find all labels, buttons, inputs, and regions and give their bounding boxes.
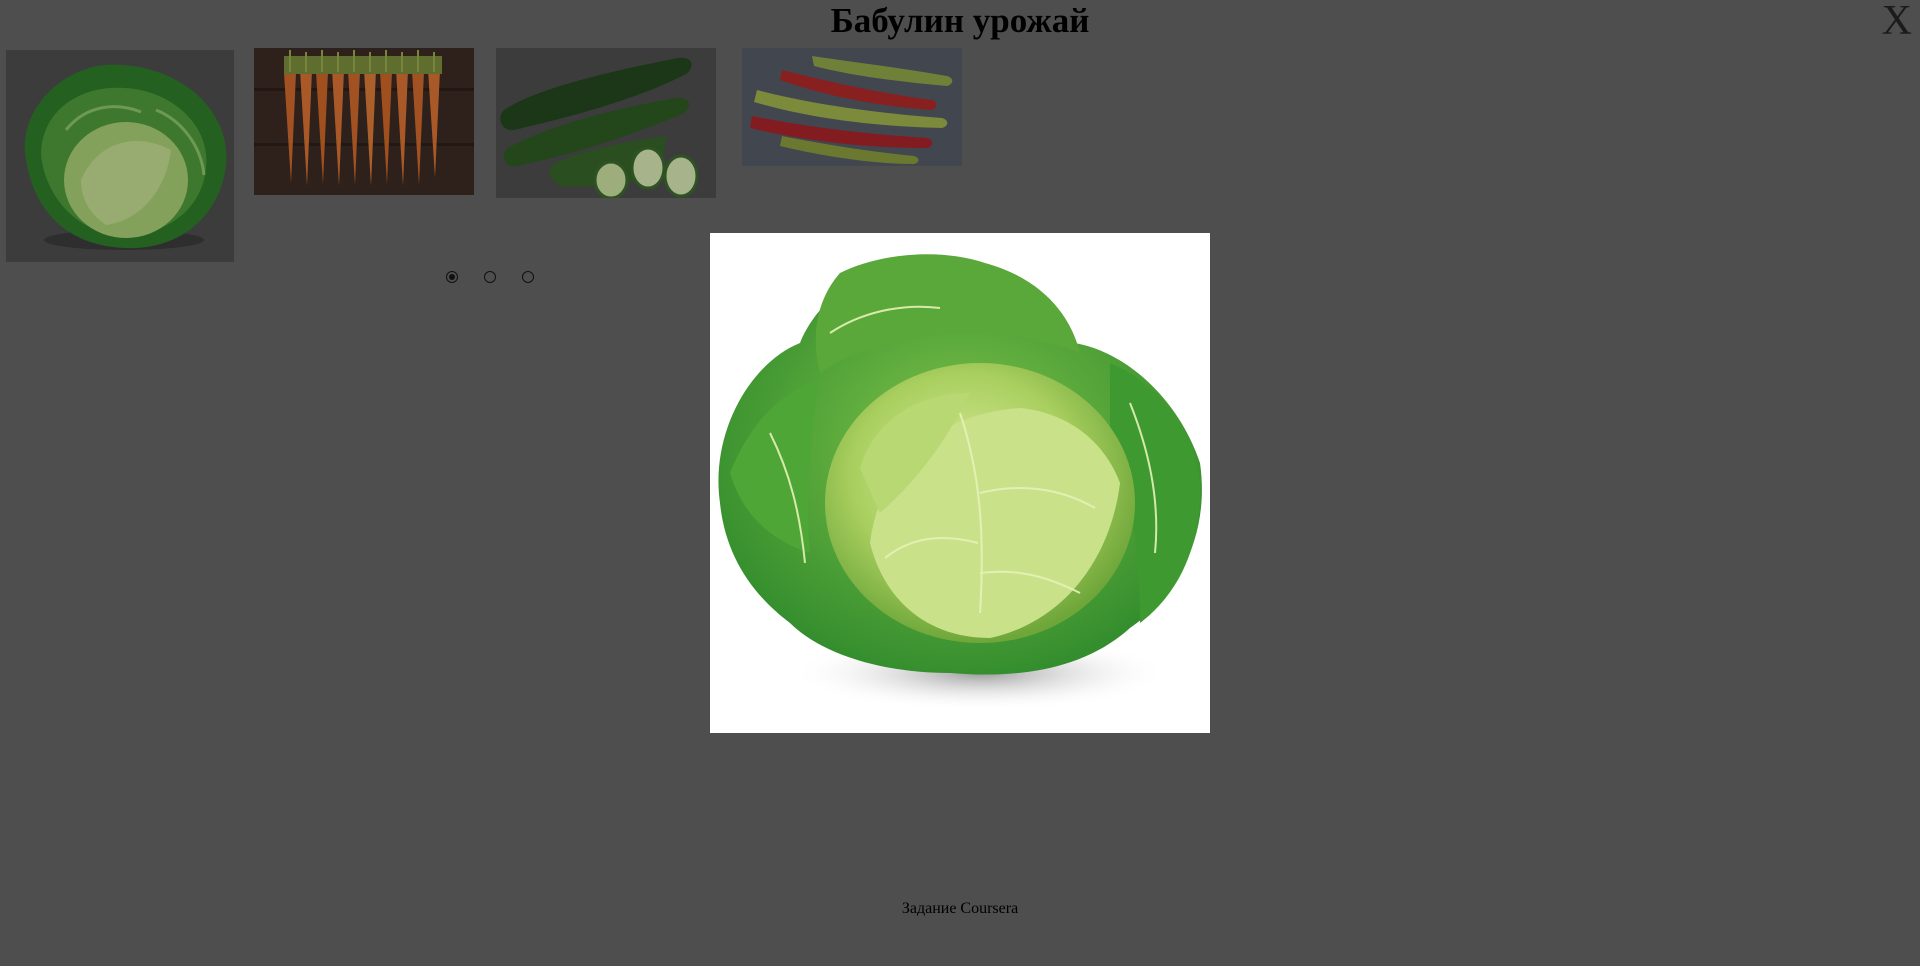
thumbnail-cabbage[interactable]	[6, 50, 234, 262]
slide-dot-2[interactable]	[484, 271, 496, 283]
peppers-image	[742, 48, 962, 166]
thumbnail-carrots[interactable]	[254, 48, 474, 195]
cabbage-image	[24, 64, 227, 250]
page-title: Бабулин урожай	[830, 1, 1090, 40]
carrots-image	[254, 48, 474, 195]
cucumbers-image	[500, 57, 699, 198]
thumbnail-peppers[interactable]	[742, 48, 962, 166]
slide-dot-3[interactable]	[522, 271, 534, 283]
close-button[interactable]: X	[1882, 0, 1912, 42]
footer-text: Задание Coursera	[901, 900, 1019, 917]
thumbnail-cucumbers[interactable]	[496, 48, 716, 198]
main-image	[710, 233, 1210, 733]
cabbage-image	[718, 254, 1202, 711]
slide-dot-1[interactable]	[446, 271, 458, 283]
